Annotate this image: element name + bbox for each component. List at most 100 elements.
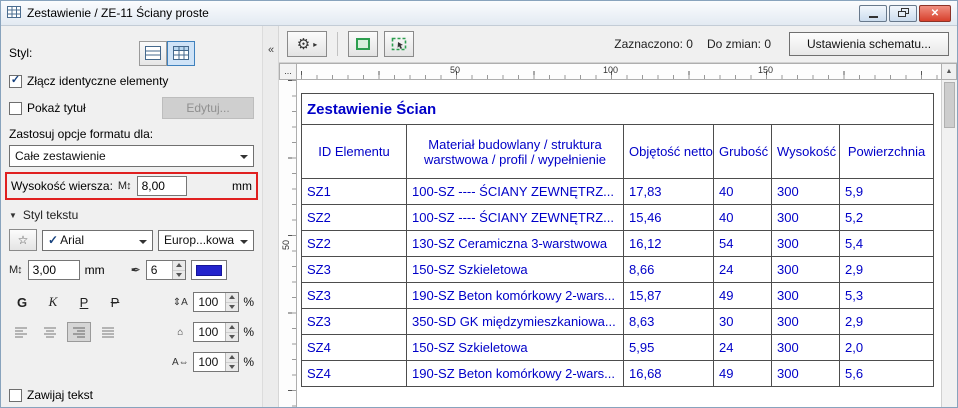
row-height-icon: M ↕ xyxy=(117,180,132,192)
align-justify-button[interactable] xyxy=(96,322,120,342)
wrap-text-checkbox[interactable] xyxy=(9,388,22,402)
table-row[interactable]: SZ1 100-SZ ---- ŚCIANY ZEWNĘTRZ... 17,83 40… xyxy=(301,178,935,205)
highlight-selection-button[interactable] xyxy=(348,31,378,57)
window-title: Zestawienie / ZE-11 Ściany proste xyxy=(27,6,209,20)
flyout-arrow-icon: ▸ xyxy=(313,39,318,49)
align-center-button[interactable] xyxy=(38,322,62,342)
line-spacing-spinner[interactable] xyxy=(225,293,239,311)
schedule-canvas[interactable]: Zestawienie Ścian ID Elementu Materiał b… xyxy=(297,80,941,407)
spin-down-button[interactable] xyxy=(226,332,239,341)
edit-title-button[interactable]: Edytuj... xyxy=(162,97,254,119)
minimize-button[interactable] xyxy=(859,4,887,22)
restore-button[interactable] xyxy=(889,4,917,22)
table-row[interactable]: SZ2 130-SZ Ceramiczna 3-warstwowa 16,12 54 3… xyxy=(301,230,935,257)
scheme-settings-button[interactable]: Ustawienia schematu... xyxy=(789,32,949,56)
style-view-toggle xyxy=(139,40,195,66)
spin-up-button[interactable] xyxy=(226,323,239,333)
schedule-content-row: 50 Zestawienie Ścian ID Elementu Materia… xyxy=(279,80,957,407)
scroll-up-icon: ▲ xyxy=(945,68,953,75)
merge-row: ✓ Złącz identyczne elementy xyxy=(9,72,254,90)
strikethrough-button[interactable]: P xyxy=(102,291,128,313)
align-right-icon xyxy=(73,327,85,338)
pen-spinner[interactable] xyxy=(171,261,185,279)
row-height-input[interactable] xyxy=(136,176,187,196)
col-header-area[interactable]: Powierzchnia xyxy=(838,124,935,179)
font-size-input[interactable] xyxy=(27,260,80,280)
text-height-icon: M ↕ xyxy=(9,264,23,276)
minimize-icon xyxy=(868,15,878,18)
selected-count: Zaznaczono: 0 xyxy=(614,37,693,51)
width-factor-control: ⌂ 100 % xyxy=(171,322,254,342)
apply-format-row: Zastosuj opcje formatu dla: xyxy=(9,126,254,142)
char-spacing-icon: A⇔ xyxy=(171,356,189,368)
horizontal-ruler[interactable]: 50 100 150 xyxy=(297,63,941,80)
table-row[interactable]: SZ2 100-SZ ---- ŚCIANY ZEWNĘTRZ... 15,46 40… xyxy=(301,204,935,231)
table-row[interactable]: SZ3 150-SZ Szkieletowa 8,66 24 300 2,9 xyxy=(301,256,935,283)
ruler-options-button[interactable]: ... xyxy=(279,63,297,80)
table-row[interactable]: SZ4 190-SZ Beton komórkowy 2-wars... 16,68… xyxy=(301,360,935,387)
spin-down-button[interactable] xyxy=(226,362,239,371)
format-scope-value: Całe zestawienie xyxy=(15,149,106,163)
panel-collapse-button[interactable]: « xyxy=(264,42,278,58)
pen-color-fill xyxy=(195,264,222,276)
col-header-id[interactable]: ID Elementu xyxy=(301,124,407,179)
line-spacing-input[interactable]: 100 xyxy=(193,292,240,312)
col-header-height[interactable]: Wysokość xyxy=(771,124,840,179)
spin-down-button[interactable] xyxy=(226,302,239,311)
schedule-toolbar: ⚙ ▸ Zaznaczono: 0 Do zmian: 0 Ustawienia… xyxy=(279,26,957,63)
show-title-checkbox[interactable] xyxy=(9,101,22,115)
wrap-text-row: Zawijaj tekst xyxy=(9,386,254,404)
align-left-button[interactable] xyxy=(9,322,33,342)
width-factor-input[interactable]: 100 xyxy=(193,322,240,342)
underline-button[interactable]: P xyxy=(71,291,97,313)
line-spacing-icon: ⇕A xyxy=(172,296,188,308)
scroll-up-button[interactable]: ▲ xyxy=(941,63,957,80)
pen-number-value[interactable]: 6 xyxy=(147,261,172,279)
favorites-button[interactable]: ☆ xyxy=(9,229,37,251)
table-view-button[interactable] xyxy=(167,40,195,66)
format-scope-select[interactable]: Całe zestawienie xyxy=(9,145,254,167)
encoding-select[interactable]: Europ...kowa xyxy=(158,229,254,251)
scheme-options-button[interactable]: ⚙ ▸ xyxy=(287,31,327,57)
text-style-section-header[interactable]: ▼ Styl tekstu xyxy=(9,208,78,222)
align-right-button[interactable] xyxy=(67,322,91,342)
font-select[interactable]: ✓ Arial xyxy=(42,229,153,251)
window-titlebar[interactable]: Zestawienie / ZE-11 Ściany proste ✕ xyxy=(1,1,957,26)
close-button[interactable]: ✕ xyxy=(919,4,951,22)
font-name-value: Arial xyxy=(60,233,85,247)
font-check-icon: ✓ xyxy=(48,233,59,247)
width-factor-spinner[interactable] xyxy=(225,323,239,341)
bold-button[interactable]: G xyxy=(9,291,35,313)
table-view-icon xyxy=(173,46,189,60)
section-collapse-icon: ▼ xyxy=(9,210,17,220)
vertical-scrollbar[interactable] xyxy=(941,80,957,407)
marquee-select-button[interactable] xyxy=(384,31,414,57)
char-spacing-input[interactable]: 100 xyxy=(193,352,240,372)
ruler-label: 50 xyxy=(450,65,461,75)
spin-down-button[interactable] xyxy=(172,270,185,279)
vertical-ruler[interactable]: 50 xyxy=(279,80,297,407)
to-change-count: Do zmian: 0 xyxy=(706,37,771,51)
merge-identical-checkbox[interactable]: ✓ xyxy=(9,74,22,88)
pen-number-input[interactable]: 6 xyxy=(145,260,186,280)
apply-format-label: Zastosuj opcje formatu dla: xyxy=(9,127,154,141)
width-factor-icon: ⌂ xyxy=(177,326,184,338)
scrollbar-thumb[interactable] xyxy=(944,82,955,128)
font-row: ☆ ✓ Arial Europ...kowa xyxy=(9,228,254,252)
font-size-row: M↕ mm ✒ 6 xyxy=(9,258,254,282)
table-row[interactable]: SZ4 150-SZ Szkieletowa 5,95 24 300 2,0 xyxy=(301,334,935,361)
col-header-volume[interactable]: Objętość netto xyxy=(623,124,714,179)
spin-up-button[interactable] xyxy=(226,293,239,303)
table-row[interactable]: SZ3 350-SD GK międzymieszkaniowa... 8,63 30… xyxy=(301,308,935,335)
italic-button[interactable]: K xyxy=(40,291,66,313)
col-header-material[interactable]: Materiał budowlany / struktura warstwowa… xyxy=(406,124,624,179)
col-header-thickness[interactable]: Grubość xyxy=(713,124,772,179)
list-view-button[interactable] xyxy=(139,40,167,66)
spin-up-button[interactable] xyxy=(226,353,239,363)
char-spacing-spinner[interactable] xyxy=(225,353,239,371)
ruler-label: 150 xyxy=(758,65,774,75)
table-row[interactable]: SZ3 190-SZ Beton komórkowy 2-wars... 15,87… xyxy=(301,282,935,309)
spin-up-button[interactable] xyxy=(172,261,185,271)
schedule-grid-icon xyxy=(7,6,21,20)
pen-color-swatch-button[interactable] xyxy=(190,260,227,280)
